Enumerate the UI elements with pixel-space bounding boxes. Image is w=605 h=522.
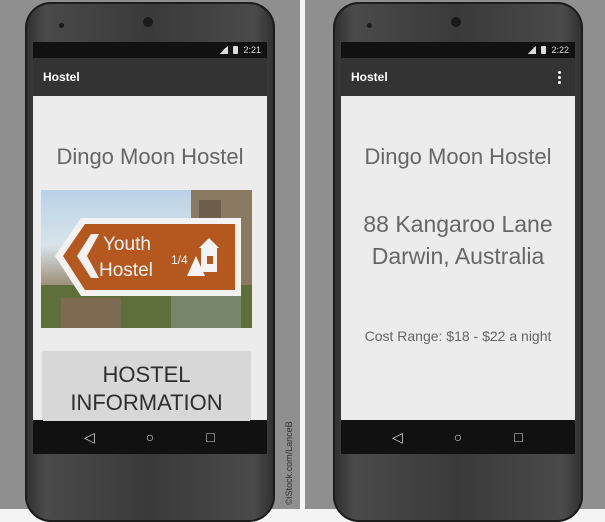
battery-icon	[541, 46, 547, 54]
hostel-information-button[interactable]: HOSTEL INFORMATION	[43, 351, 250, 421]
hostel-name: Dingo Moon Hostel	[364, 144, 552, 169]
sign-line1: Youth	[103, 234, 151, 255]
status-time: 2:22	[551, 45, 569, 55]
app-bar: Hostel	[341, 58, 575, 96]
battery-icon	[233, 46, 239, 54]
recents-icon[interactable]: □	[509, 429, 529, 445]
screen-info: 2:22 Hostel Dingo Moon Hostel 88 Kangaro…	[341, 42, 575, 454]
cost-range: Cost Range: $18 - $22 a night	[364, 328, 552, 344]
hostel-address: 88 Kangaroo Lane Darwin, Australia	[341, 208, 575, 272]
app-title: Hostel	[351, 70, 388, 84]
front-sensor	[59, 23, 64, 28]
main-content: Dingo Moon Hostel Youth Hostel 1/4 HOSTE…	[33, 96, 267, 421]
status-bar: 2:22	[341, 42, 575, 58]
hostel-name: Dingo Moon Hostel	[56, 144, 244, 169]
back-icon[interactable]: ◁	[79, 429, 99, 446]
signal-icon	[219, 46, 229, 54]
signal-icon	[527, 46, 537, 54]
photo-credit: ©iStock.com/LanceB	[284, 421, 294, 505]
app-bar: Hostel	[33, 58, 267, 96]
status-bar: 2:21	[33, 42, 267, 58]
recents-icon[interactable]: □	[201, 429, 221, 445]
app-title: Hostel	[43, 70, 80, 84]
nav-bar: ◁ ○ □	[33, 420, 267, 454]
back-icon[interactable]: ◁	[387, 429, 407, 446]
info-content: Dingo Moon Hostel 88 Kangaroo Lane Darwi…	[341, 96, 575, 420]
home-icon[interactable]: ○	[448, 429, 468, 445]
overflow-menu-icon[interactable]	[554, 69, 565, 86]
nav-bar: ◁ ○ □	[341, 420, 575, 454]
address-line2: Darwin, Australia	[371, 243, 545, 269]
front-sensor	[367, 23, 372, 28]
sign-fraction: 1/4	[171, 253, 188, 267]
address-line1: 88 Kangaroo Lane	[363, 211, 553, 237]
hostel-sign-photo: Youth Hostel 1/4	[41, 190, 252, 328]
phone-right: 2:22 Hostel Dingo Moon Hostel 88 Kangaro…	[333, 2, 583, 522]
front-camera	[143, 17, 153, 27]
status-time: 2:21	[243, 45, 261, 55]
sign-line2: Hostel	[99, 260, 153, 281]
screen-main: 2:21 Hostel Dingo Moon Hostel Youth Host…	[33, 42, 267, 454]
home-icon[interactable]: ○	[140, 429, 160, 445]
hostel-sign-svg: Youth Hostel 1/4	[41, 190, 252, 328]
phone-left: 2:21 Hostel Dingo Moon Hostel Youth Host…	[25, 2, 275, 522]
front-camera	[451, 17, 461, 27]
